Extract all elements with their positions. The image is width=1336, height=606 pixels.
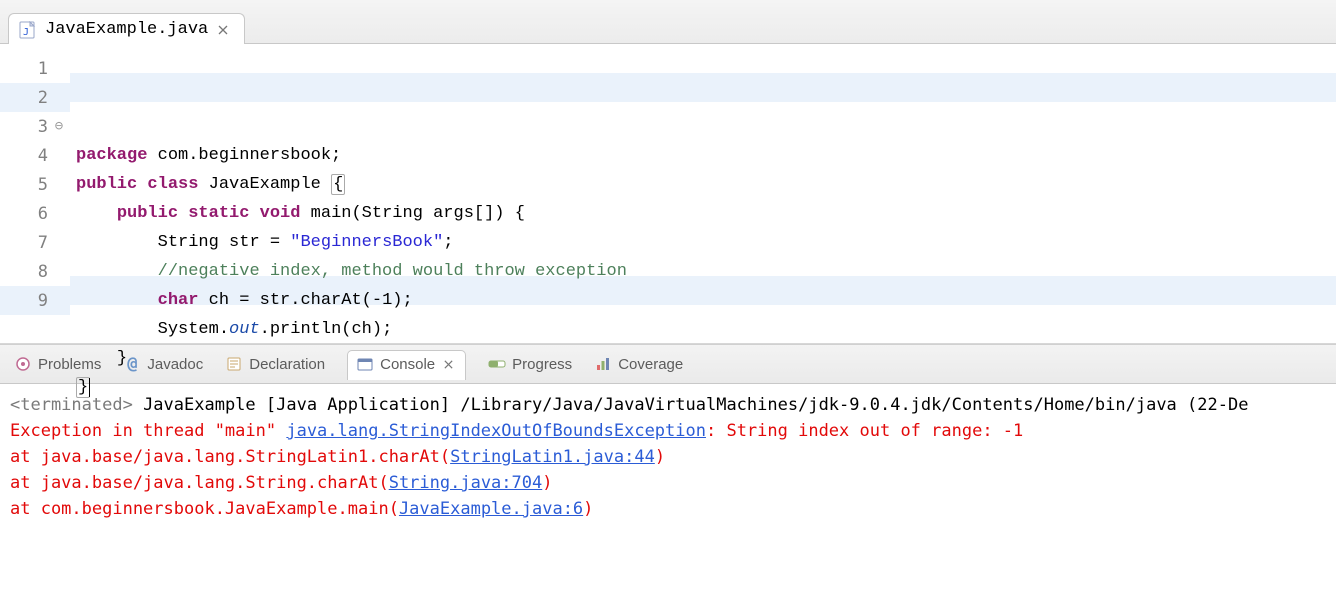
string-literal: "BeginnersBook" xyxy=(290,233,443,252)
problems-icon xyxy=(14,355,32,373)
stack-link[interactable]: String.java:704 xyxy=(389,473,543,493)
line-number: 5 xyxy=(18,175,48,195)
editor-tab[interactable]: J JavaExample.java xyxy=(8,13,245,44)
text-caret xyxy=(89,378,90,397)
progress-icon xyxy=(488,355,506,373)
exception-msg: : String index out of range: -1 xyxy=(706,421,1023,441)
gutter: 1 2 3⊖ 4 5 6 7 8 9 xyxy=(0,44,70,343)
console-status-line: <terminated> JavaExample [Java Applicati… xyxy=(10,392,1326,418)
field-out: out xyxy=(229,320,260,339)
stmt: .println(ch); xyxy=(260,320,393,339)
pkg-name: com.beginnersbook; xyxy=(147,146,341,165)
stack-close: ) xyxy=(542,473,552,493)
line-number: 6 xyxy=(18,204,48,224)
tab-label: Console xyxy=(380,356,435,373)
console-line: Exception in thread "main" java.lang.Str… xyxy=(10,418,1326,444)
type-string: String xyxy=(158,233,219,252)
var-decl: str = xyxy=(219,233,290,252)
java-file-icon: J xyxy=(19,21,37,39)
brace: } xyxy=(117,349,127,368)
tab-javadoc[interactable]: @ Javadoc xyxy=(123,355,203,373)
console-output[interactable]: <terminated> JavaExample [Java Applicati… xyxy=(0,384,1336,532)
stack-close: ) xyxy=(583,499,593,519)
kw-char: char xyxy=(158,291,199,310)
line-number: 1 xyxy=(18,59,48,79)
console-line: at com.beginnersbook.JavaExample.main(Ja… xyxy=(10,496,1326,522)
tab-coverage[interactable]: Coverage xyxy=(594,355,683,373)
stack-frame: at java.base/java.lang.String.charAt( xyxy=(10,473,389,493)
brace: { xyxy=(331,174,345,195)
semicolon: ; xyxy=(443,233,453,252)
close-icon[interactable] xyxy=(216,23,230,37)
fold-marker[interactable]: ⊖ xyxy=(48,118,70,135)
coverage-icon xyxy=(594,355,612,373)
stmt: ch = str.charAt(-1); xyxy=(198,291,412,310)
tab-label: Coverage xyxy=(618,356,683,373)
stack-frame: at com.beginnersbook.JavaExample.main( xyxy=(10,499,399,519)
console-line: at java.base/java.lang.String.charAt(Str… xyxy=(10,470,1326,496)
bottom-panel-tabbar: Problems @ Javadoc Declaration Console P… xyxy=(0,344,1336,384)
exception-link[interactable]: java.lang.StringIndexOutOfBoundsExceptio… xyxy=(286,421,706,441)
launch-config: JavaExample [Java Application] /Library/… xyxy=(133,395,1249,415)
editor-tab-label: JavaExample.java xyxy=(45,20,208,39)
code-editor[interactable]: 1 2 3⊖ 4 5 6 7 8 9 package com.beginners… xyxy=(0,44,1336,344)
line-number: 7 xyxy=(18,233,48,253)
stmt: System. xyxy=(158,320,229,339)
svg-text:J: J xyxy=(23,27,29,38)
editor-tabbar: J JavaExample.java xyxy=(0,0,1336,44)
kw-void: void xyxy=(260,204,301,223)
kw-public: public xyxy=(117,204,178,223)
tab-label: Progress xyxy=(512,356,572,373)
line-number: 4 xyxy=(18,146,48,166)
tab-console[interactable]: Console xyxy=(347,350,466,380)
tab-label: Declaration xyxy=(249,356,325,373)
tab-declaration[interactable]: Declaration xyxy=(225,355,325,373)
comment: //negative index, method would throw exc… xyxy=(158,262,627,281)
kw-class: class xyxy=(147,175,198,194)
line-number: 3 xyxy=(18,117,48,137)
console-icon xyxy=(356,356,374,374)
stack-frame: at java.base/java.lang.StringLatin1.char… xyxy=(10,447,450,467)
tab-label: Javadoc xyxy=(147,356,203,373)
line-number: 2 xyxy=(18,88,48,108)
kw-package: package xyxy=(76,146,147,165)
stack-link[interactable]: JavaExample.java:6 xyxy=(399,499,583,519)
stack-close: ) xyxy=(655,447,665,467)
method-sig: main(String args[]) { xyxy=(311,204,525,223)
close-icon[interactable] xyxy=(441,358,455,372)
code-area[interactable]: package com.beginnersbook; public class … xyxy=(70,44,1336,343)
declaration-icon xyxy=(225,355,243,373)
kw-static: static xyxy=(188,204,249,223)
stack-link[interactable]: StringLatin1.java:44 xyxy=(450,447,655,467)
exception-prefix: Exception in thread "main" xyxy=(10,421,286,441)
line-number: 9 xyxy=(18,291,48,311)
terminated-label: <terminated> xyxy=(10,395,133,415)
kw-public: public xyxy=(76,175,137,194)
console-line: at java.base/java.lang.StringLatin1.char… xyxy=(10,444,1326,470)
line-number: 8 xyxy=(18,262,48,282)
class-name: JavaExample xyxy=(209,175,321,194)
tab-progress[interactable]: Progress xyxy=(488,355,572,373)
